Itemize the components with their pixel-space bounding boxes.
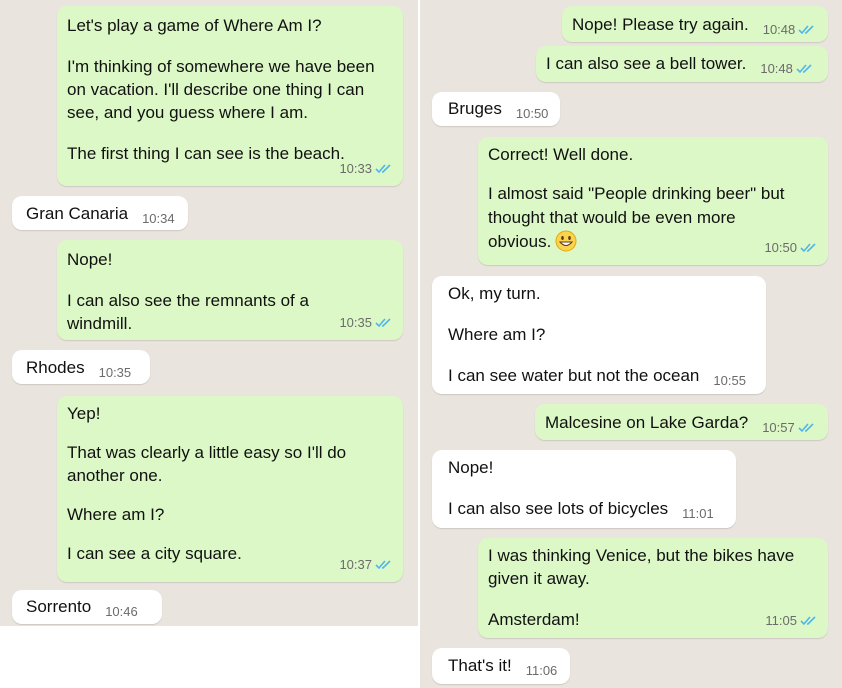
message-time: 10:48 xyxy=(760,61,793,76)
message-time: 10:50 xyxy=(764,240,797,255)
grinning-face-emoji xyxy=(555,230,577,252)
message-text: Where am I? xyxy=(67,505,165,524)
message-time: 10:35 xyxy=(98,365,132,380)
message-incoming[interactable]: That's it! 11:06 xyxy=(432,648,570,684)
double-check-icon xyxy=(800,243,816,253)
message-meta: 10:35 xyxy=(339,311,393,334)
message-time: 11:01 xyxy=(682,506,714,521)
message-text: I'm thinking of somewhere we have been o… xyxy=(67,57,375,122)
message-incoming[interactable]: Ok, my turn. Where am I? I can see water… xyxy=(432,276,766,394)
message-time: 10:50 xyxy=(515,106,549,121)
double-check-icon xyxy=(796,64,812,74)
message-outgoing[interactable]: Malcesine on Lake Garda? 10:57 xyxy=(535,404,828,440)
message-outgoing[interactable]: Correct! Well done. I almost said "Peopl… xyxy=(478,137,828,265)
double-check-icon xyxy=(798,423,814,433)
message-text: I can also see the remnants of a windmil… xyxy=(67,291,309,333)
message-text: I can also see a bell tower. xyxy=(546,54,747,73)
message-meta: 10:50 xyxy=(764,236,818,259)
message-incoming[interactable]: Sorrento 10:46 xyxy=(12,590,162,624)
message-time: 10:37 xyxy=(339,557,372,572)
message-text: Malcesine on Lake Garda? xyxy=(545,413,749,432)
message-outgoing[interactable]: I can also see a bell tower. 10:48 xyxy=(536,46,828,82)
message-outgoing[interactable]: Nope! Please try again. 10:48 xyxy=(562,6,828,42)
message-time: 11:05 xyxy=(765,613,797,628)
message-incoming[interactable]: Rhodes 10:35 xyxy=(12,350,150,384)
message-time: 10:46 xyxy=(105,604,138,619)
message-outgoing[interactable]: Yep! That was clearly a little easy so I… xyxy=(57,396,403,582)
message-outgoing[interactable]: I was thinking Venice, but the bikes hav… xyxy=(478,538,828,638)
message-text: Nope! xyxy=(67,250,113,269)
message-text: Nope! xyxy=(448,458,494,477)
double-check-icon xyxy=(375,164,391,174)
message-text: Where am I? xyxy=(448,325,546,344)
message-text: Bruges xyxy=(448,99,502,118)
message-text: I can see water but not the ocean xyxy=(448,366,700,385)
message-outgoing[interactable]: Let's play a game of Where Am I? I'm thi… xyxy=(57,6,403,186)
message-text: Correct! Well done. xyxy=(488,145,634,164)
message-text: Let's play a game of Where Am I? xyxy=(67,16,322,35)
message-time: 10:33 xyxy=(339,161,372,176)
message-meta: 10:48 xyxy=(760,57,814,80)
right-chat-panel: Nope! Please try again. 10:48 I can also… xyxy=(420,0,842,688)
message-text: Sorrento xyxy=(26,597,92,616)
message-meta: 10:48 xyxy=(763,18,817,41)
message-text: I was thinking Venice, but the bikes hav… xyxy=(488,546,795,588)
double-check-icon xyxy=(800,616,816,626)
message-text: That was clearly a little easy so I'll d… xyxy=(67,443,347,485)
message-time: 11:06 xyxy=(525,663,558,678)
message-meta: 10:37 xyxy=(339,553,393,576)
message-incoming[interactable]: Nope! I can also see lots of bicycles 11… xyxy=(432,450,736,528)
message-incoming[interactable]: Bruges 10:50 xyxy=(432,92,560,126)
message-text: I can also see lots of bicycles xyxy=(448,499,669,518)
message-text: Yep! xyxy=(67,404,101,423)
message-text: Rhodes xyxy=(26,358,85,377)
message-text: I almost said "People drinking beer" but… xyxy=(488,184,785,251)
message-time: 10:55 xyxy=(713,373,746,388)
left-chat-panel: Let's play a game of Where Am I? I'm thi… xyxy=(0,0,418,626)
message-outgoing[interactable]: Nope! I can also see the remnants of a w… xyxy=(57,240,403,340)
double-check-icon xyxy=(375,318,391,328)
message-text: Ok, my turn. xyxy=(448,284,541,303)
message-text: Nope! Please try again. xyxy=(572,15,749,34)
message-text: Gran Canaria xyxy=(26,204,129,223)
message-time: 10:48 xyxy=(762,22,796,37)
message-meta: 10:33 xyxy=(339,157,393,180)
double-check-icon xyxy=(798,25,814,35)
message-incoming[interactable]: Gran Canaria 10:34 xyxy=(12,196,188,230)
message-text: That's it! xyxy=(448,656,512,675)
message-meta: 11:05 xyxy=(765,609,818,632)
message-time: 10:35 xyxy=(339,315,372,330)
double-check-icon xyxy=(375,560,391,570)
message-time: 10:34 xyxy=(142,211,175,226)
message-time: 10:57 xyxy=(762,420,795,435)
message-meta: 10:57 xyxy=(762,416,816,439)
